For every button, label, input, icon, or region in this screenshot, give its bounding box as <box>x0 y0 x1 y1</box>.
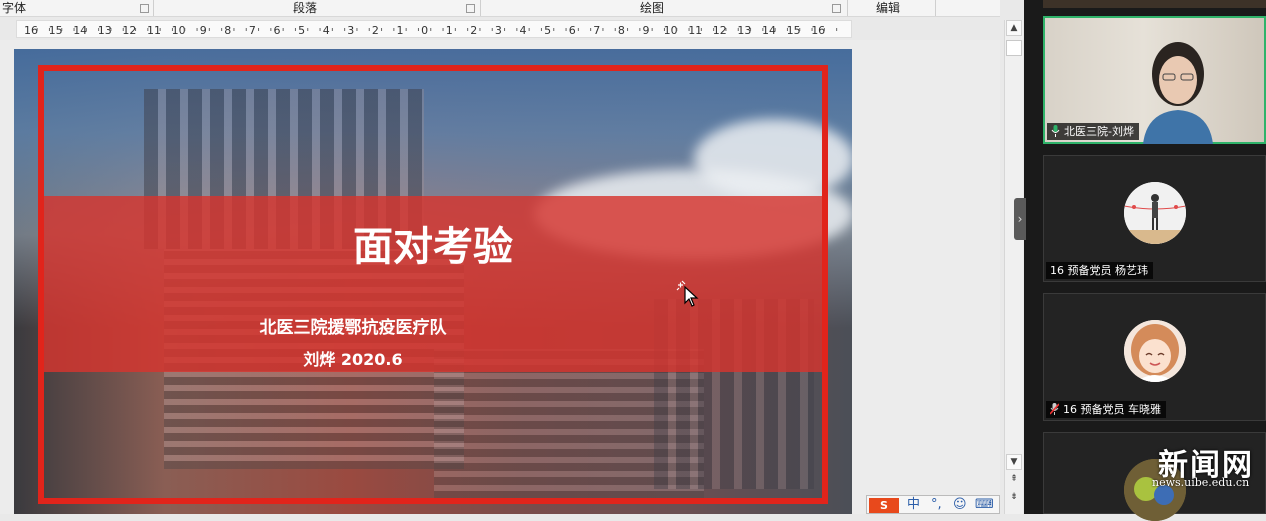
ruler-number: 1 <box>397 24 404 37</box>
avatar-image <box>1124 182 1186 244</box>
divider <box>480 0 481 16</box>
ruler-number: 4 <box>520 24 527 37</box>
participant-tile[interactable]: 16 预备党员 车晓雅 <box>1043 293 1266 421</box>
ruler-number: 7 <box>593 24 600 37</box>
ruler-number: 16 <box>811 24 825 37</box>
slide-title: 面对考验 <box>353 224 513 270</box>
slide-image: 面对考验 北医三院援鄂抗疫医疗队 刘烨 2020.6 <box>14 49 852 514</box>
ruler-number: 11 <box>147 24 161 37</box>
scroll-thumb[interactable] <box>1006 40 1022 56</box>
next-page-icon[interactable]: ⇟ <box>1006 490 1022 506</box>
previous-page-icon[interactable]: ⇞ <box>1006 472 1022 488</box>
avatar-image <box>1124 320 1186 382</box>
participant-name-label: 16 预备党员 杨艺玮 <box>1046 262 1153 279</box>
slide-subtitle: 北医三院援鄂抗疫医疗队 <box>259 318 447 338</box>
ruler-number: 5 <box>298 24 305 37</box>
participant-tile[interactable]: 北医三院-刘烨 <box>1043 16 1266 144</box>
ruler-number: 12 <box>122 24 136 37</box>
ruler-number: 9 <box>643 24 650 37</box>
cursor-icon <box>676 280 699 307</box>
ruler-number: 3 <box>495 24 502 37</box>
scroll-up-icon[interactable]: ▲ <box>1006 20 1022 36</box>
horizontal-ruler[interactable]: 16 15 14 13 12 11 10 9 8 7 6 5 4 3 2 1 1 2 3 4 5 6 7 8 9 10 11 12 13… <box>16 20 852 38</box>
participant-name-label: 16 预备党员 车晓雅 <box>1046 401 1166 418</box>
ruler-number: 15 <box>787 24 801 37</box>
ruler-number: 7 <box>249 24 256 37</box>
ruler-number: 2 <box>470 24 477 37</box>
ruler-number: 13 <box>98 24 112 37</box>
ruler-number: 14 <box>762 24 776 37</box>
divider <box>847 0 848 16</box>
drawing-dialog-launcher-icon[interactable] <box>832 4 841 13</box>
watermark-url: news.uibe.edu.cn <box>1152 476 1250 489</box>
slide-author-date: 刘烨 2020.6 <box>303 350 403 369</box>
ruler-number: 5 <box>544 24 551 37</box>
ruler-number: 11 <box>688 24 702 37</box>
ime-punctuation-toggle[interactable]: °, <box>931 497 942 513</box>
ruler-number: 6 <box>274 24 281 37</box>
ribbon-group-edit[interactable]: 编辑 <box>876 0 900 16</box>
ruler-number: 13 <box>737 24 751 37</box>
ribbon-group-drawing[interactable]: 绘图 <box>640 0 664 16</box>
ruler-number: 8 <box>618 24 625 37</box>
ruler-number: 16 <box>24 24 38 37</box>
ruler-number: 12 <box>713 24 727 37</box>
paragraph-dialog-launcher-icon[interactable] <box>466 4 475 13</box>
ribbon-group-font[interactable]: 字体 <box>2 0 26 16</box>
font-dialog-launcher-icon[interactable] <box>140 4 149 13</box>
ime-keyboard-icon[interactable]: ⌨ <box>975 497 994 513</box>
scroll-down-icon[interactable]: ▼ <box>1006 454 1022 470</box>
ime-toolbar[interactable]: S 中 °, ☺ ⌨ <box>866 495 1000 514</box>
ime-language-toggle[interactable]: 中 <box>907 497 920 513</box>
ime-logo[interactable]: S <box>869 498 899 513</box>
ruler-number: 10 <box>172 24 186 37</box>
speaker-video <box>1143 42 1213 144</box>
watermark: 新闻网 news.uibe.edu.cn <box>1152 440 1254 489</box>
ruler-number: 15 <box>49 24 63 37</box>
slide-frame-border <box>38 65 828 504</box>
ruler-number: 1 <box>446 24 453 37</box>
ruler-number: 10 <box>664 24 678 37</box>
ruler-number: 9 <box>200 24 207 37</box>
vertical-scrollbar[interactable]: ▲ ▼ ⇞ ⇟ <box>1004 20 1023 514</box>
microphone-icon <box>1051 125 1060 137</box>
ruler-number: 3 <box>347 24 354 37</box>
ime-emoji-icon[interactable]: ☺ <box>953 497 967 513</box>
divider <box>935 0 936 16</box>
ruler-number: 8 <box>224 24 231 37</box>
ruler-number: 4 <box>323 24 330 37</box>
avatar <box>1124 320 1186 382</box>
ribbon-bar: 字体 段落 绘图 编辑 <box>0 0 1000 17</box>
microphone-muted-icon <box>1050 403 1059 415</box>
ruler-number: 2 <box>372 24 379 37</box>
participant-name-label: 北医三院-刘烨 <box>1047 123 1139 140</box>
ruler-scale: 16 15 14 13 12 11 10 9 8 7 6 5 4 3 2 1 1 2 3 4 5 6 7 8 9 10 11 12 13… <box>24 24 838 37</box>
ruler-origin: 0 <box>421 24 428 37</box>
divider <box>153 0 154 16</box>
ribbon-group-paragraph[interactable]: 段落 <box>293 0 317 16</box>
previous-tile-edge <box>1043 0 1266 8</box>
chevron-right-icon[interactable]: › <box>1014 198 1026 240</box>
ruler-number: 14 <box>73 24 87 37</box>
participant-tile[interactable]: 16 预备党员 杨艺玮 <box>1043 155 1266 282</box>
avatar <box>1124 182 1186 244</box>
ruler-number: 6 <box>569 24 576 37</box>
